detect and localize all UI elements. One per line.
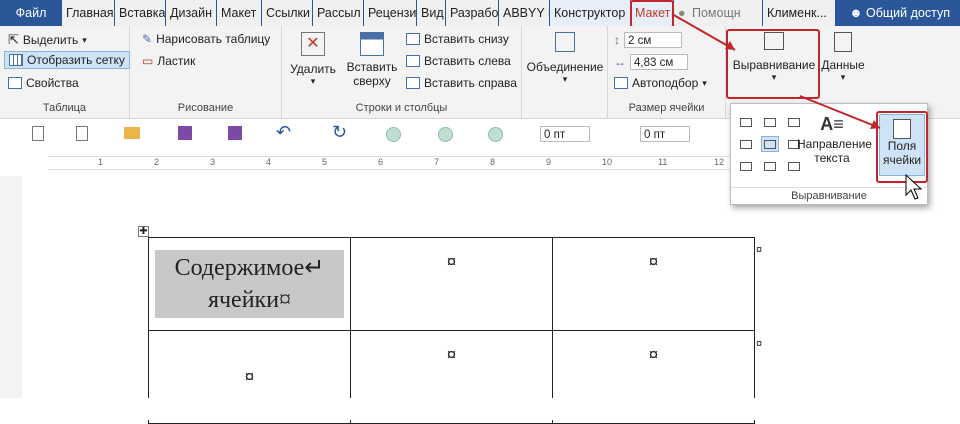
callout-arrow: [671, 13, 736, 51]
torn-edge: [0, 398, 960, 420]
callout-arrow: [799, 95, 881, 129]
callout-arrows: [671, 13, 923, 200]
mouse-cursor-icon: [905, 173, 923, 200]
